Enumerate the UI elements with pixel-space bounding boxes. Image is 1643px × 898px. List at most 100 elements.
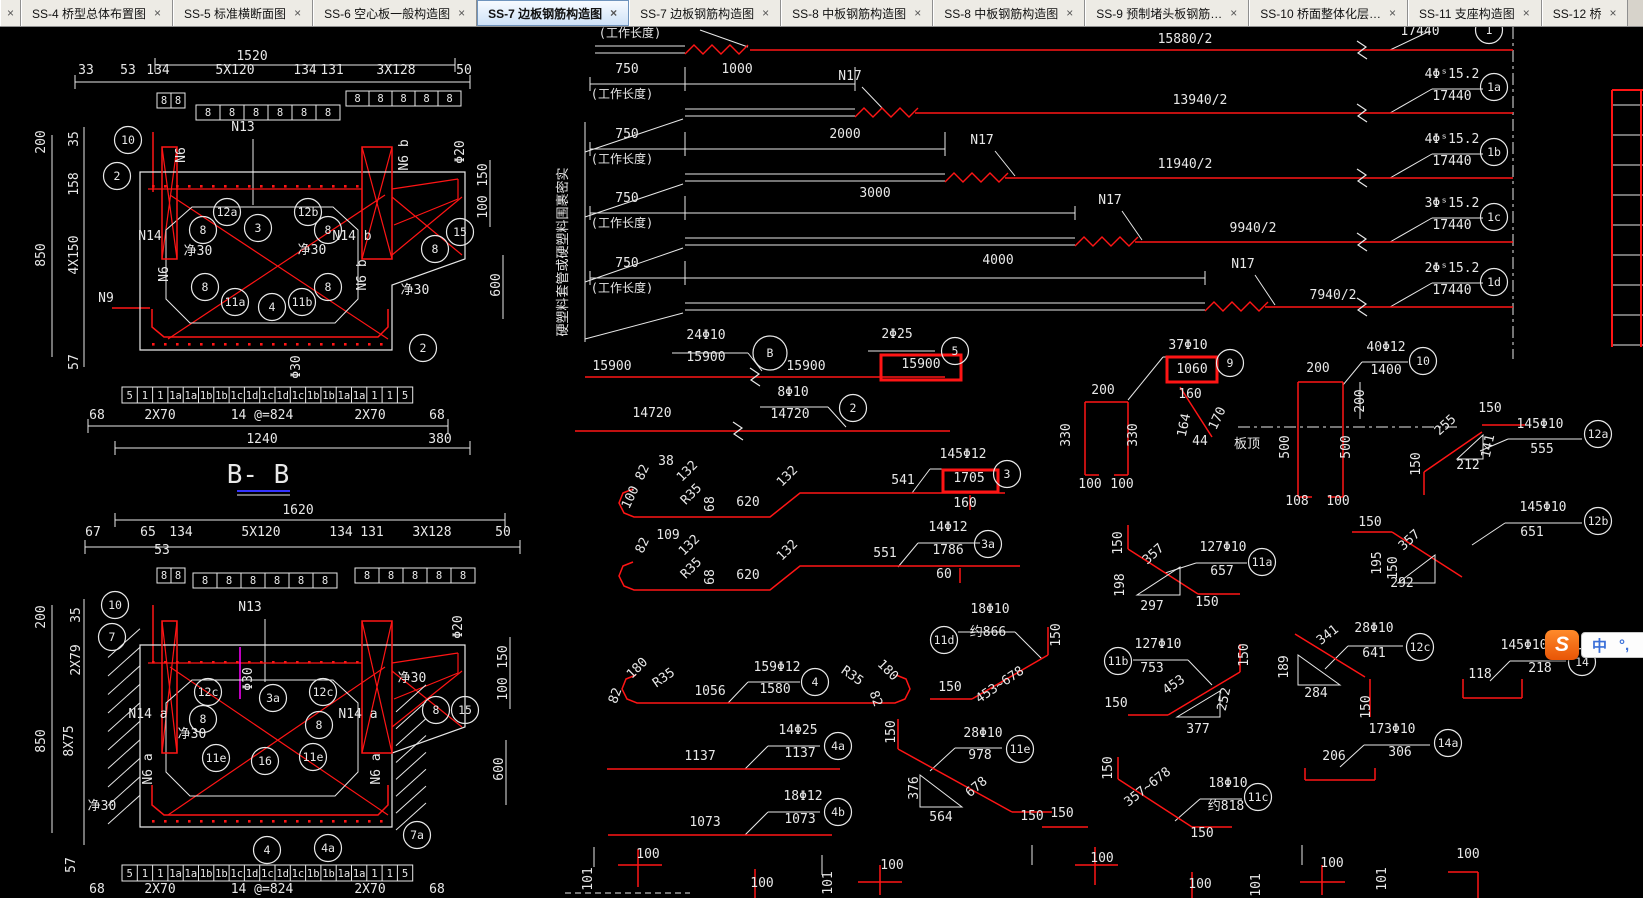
dimension-text: 551 (873, 546, 896, 561)
tab-close-icon[interactable]: × (1065, 6, 1074, 20)
dimension-text: 100 (619, 484, 643, 512)
document-tab[interactable]: SS-12 桥 × (1541, 0, 1629, 26)
dimension-text: 978 (968, 748, 991, 763)
dimension-text: 200 (34, 605, 49, 628)
document-tab[interactable]: SS-11 支座构造图 × (1407, 0, 1542, 26)
dimension-text: 109 (656, 528, 679, 543)
dimension-text: 9940/2 (1230, 221, 1277, 236)
tab-close-icon[interactable]: × (761, 6, 770, 20)
drawing-line (727, 681, 749, 704)
dimension-text: 8X75 (62, 725, 77, 756)
rebar-dot (248, 820, 251, 823)
dimension-text: 82 (633, 535, 653, 556)
cad-viewport[interactable]: 8 8 8 8 8 8 8 8 8 8 8 8 8 5 1 1 1a 1a 1b 1b 1c 1d 1c 1d 1c 1b 1b 1a… (0, 27, 1643, 898)
dimension-text: 753 (1140, 661, 1163, 676)
dimension-text: N14 b (332, 229, 371, 244)
tab-label: SS-12 桥 (1552, 6, 1602, 21)
dimension-text: 678 (963, 774, 991, 801)
rebar-dot (152, 185, 155, 188)
callout-circle-label: 8 (316, 718, 323, 732)
rebar-dot (212, 343, 215, 346)
ime-toolbar[interactable]: S 中 °, ☺ (1545, 630, 1643, 660)
dimension-text: 57 (64, 857, 79, 873)
drawing-line (1471, 522, 1506, 546)
rebar-dot (320, 661, 323, 664)
rebar-dot (296, 820, 299, 823)
dimension-text: 14Φ25 (778, 723, 817, 738)
rebar-dot (236, 820, 239, 823)
rebar-dot (272, 820, 275, 823)
cell-label: 8 (412, 570, 418, 582)
dimension-text: 620 (736, 568, 759, 583)
dimension-text: 189 (1277, 655, 1292, 678)
dimension-text: 33 (78, 63, 94, 78)
tab-close-icon[interactable]: × (609, 6, 618, 20)
dimension-text: 4000 (982, 253, 1013, 268)
tab-close-icon[interactable]: × (1388, 6, 1397, 20)
callout-circle-label: 10 (108, 598, 122, 612)
ime-lang-indicator[interactable]: 中 (1592, 635, 1607, 656)
document-tab[interactable]: SS-9 预制堵头板钢筋… × (1085, 0, 1250, 26)
dimension-text: 198 (1113, 573, 1128, 596)
dimension-text: 1060 (1176, 362, 1207, 377)
hatch-line (395, 785, 427, 814)
tab-close-icon[interactable]: × (1229, 6, 1238, 20)
tab-close-icon[interactable]: × (1522, 6, 1531, 20)
callout-circle-label: 2 (420, 341, 427, 355)
tab-close-icon[interactable]: × (457, 6, 466, 20)
tab-close-icon[interactable]: × (153, 6, 162, 20)
rebar-outline (151, 785, 389, 816)
drawing-line (1389, 153, 1433, 179)
dimension-text: 150 (476, 163, 491, 186)
drawing-line (1127, 356, 1164, 401)
dimension-text: 53 (154, 543, 170, 558)
rebar-dot (284, 185, 287, 188)
cell-label: 5 (126, 868, 132, 880)
rebar-dot (224, 185, 227, 188)
document-tab[interactable]: SS-7 边板钢筋构造图 × (629, 0, 782, 26)
cell-label: 8 (274, 575, 280, 587)
document-tab[interactable]: SS-8 中板钢筋构造图 × (933, 0, 1086, 26)
callout-circle-label: 12c (1410, 640, 1431, 654)
dimension-text: 641 (1362, 646, 1385, 661)
dimension-text: 131 (360, 525, 383, 540)
callout-circle-label: 14a (1438, 736, 1459, 750)
dimension-text: 306 (1388, 745, 1411, 760)
cell-label: 8 (175, 95, 181, 107)
document-tab[interactable]: SS-5 标准横断面图 × (173, 0, 314, 26)
document-tab[interactable]: SS-6 空心板一般构造图 × (313, 0, 478, 26)
tab-close-icon[interactable]: × (6, 6, 15, 20)
tab-stub[interactable]: × (0, 0, 22, 26)
dimension-text: 150 (1190, 826, 1213, 841)
dimension-text: 68 (429, 408, 445, 423)
cell-label: 1d (276, 390, 289, 402)
dimension-text: 1137 (784, 746, 815, 761)
tab-close-icon[interactable]: × (913, 6, 922, 20)
tab-label: SS-8 中板钢筋构造图 (792, 6, 907, 21)
dimension-text: 555 (1530, 442, 1553, 457)
cell-label: 1 (157, 390, 163, 402)
document-tab[interactable]: SS-7 边板钢筋构造图 × (477, 0, 630, 26)
tab-close-icon[interactable]: × (1608, 6, 1617, 20)
document-tab[interactable]: SS-8 中板钢筋构造图 × (781, 0, 934, 26)
dimension-text: 17440 (1400, 27, 1439, 39)
dimension-text: 150 (1359, 695, 1374, 718)
document-tab[interactable]: SS-10 桥面整体化层… × (1249, 0, 1408, 26)
dimension-text: 600 (492, 757, 507, 780)
document-tab[interactable]: SS-4 桥型总体布置图 × (21, 0, 174, 26)
dimension-text: 150 (1049, 623, 1064, 646)
dimension-text: 15900 (901, 357, 940, 372)
dimension-text: 453 (1160, 672, 1188, 698)
ime-punctuation-indicator[interactable]: °, (1619, 637, 1629, 654)
cell-label: 8 (354, 93, 360, 105)
rebar-dot (344, 185, 347, 188)
cell-label: 1b (307, 390, 320, 402)
rebar-dot (164, 185, 167, 188)
callout-circle-label: 8 (433, 703, 440, 717)
dimension-text: 1620 (282, 503, 313, 518)
sogou-logo-icon[interactable]: S (1545, 630, 1579, 660)
tab-label: SS-9 预制堵头板钢筋… (1096, 6, 1223, 21)
dimension-text: 131 (320, 63, 343, 78)
cad-canvas[interactable]: 8 88 8 8 8 8 88 8 8 8 85 1 1 1a 1a 1b 1b 1c 1d 1c 1d 1c 1b 1b 1a… (0, 27, 1643, 898)
tab-close-icon[interactable]: × (293, 6, 302, 20)
